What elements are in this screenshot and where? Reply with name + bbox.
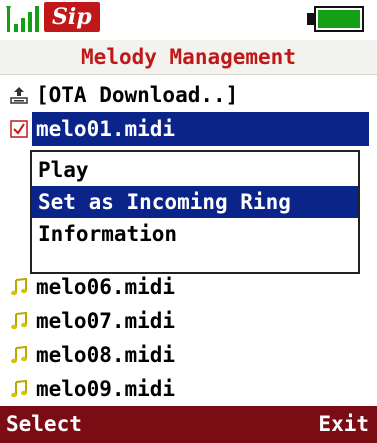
download-icon xyxy=(10,87,28,104)
music-note-icon xyxy=(11,312,27,330)
sip-logo: Sip xyxy=(44,2,100,32)
list-item-label: melo01.midi xyxy=(32,112,369,146)
select-softkey[interactable]: Select xyxy=(6,406,82,443)
menu-item-play[interactable]: Play xyxy=(32,154,358,186)
list-item-melo07[interactable]: melo07.midi xyxy=(0,304,377,338)
list-item-ota-download[interactable]: [OTA Download..] xyxy=(0,78,377,112)
list-item-melo06[interactable]: melo06.midi xyxy=(0,270,377,304)
options-popup-menu: Play Set as Incoming Ring Information xyxy=(30,150,360,274)
music-note-icon xyxy=(11,278,27,296)
battery-icon xyxy=(314,6,364,32)
page-title: Melody Management xyxy=(0,40,377,74)
menu-item-set-as-incoming-ring[interactable]: Set as Incoming Ring xyxy=(32,186,358,218)
exit-softkey[interactable]: Exit xyxy=(318,406,369,443)
status-bar: Sip xyxy=(0,0,377,40)
list-item-label: melo07.midi xyxy=(36,309,176,333)
phone-screen: Sip Melody Management [OTA Download..] m… xyxy=(0,0,377,443)
list-item-melo01[interactable]: melo01.midi xyxy=(0,112,377,146)
music-note-icon xyxy=(11,346,27,364)
checkbox-checked-icon xyxy=(10,120,28,138)
list-item-melo09[interactable]: melo09.midi xyxy=(0,372,377,406)
signal-strength-icon xyxy=(6,6,39,32)
list-item-melo08[interactable]: melo08.midi xyxy=(0,338,377,372)
battery-level xyxy=(318,10,360,28)
music-note-icon xyxy=(11,380,27,398)
title-divider xyxy=(0,74,377,75)
list-item-label: melo09.midi xyxy=(36,377,176,401)
list-item-label: [OTA Download..] xyxy=(36,83,239,107)
list-item-label: melo06.midi xyxy=(36,275,176,299)
list-item-label: melo08.midi xyxy=(36,343,176,367)
softkey-bar: Select Exit xyxy=(0,406,377,443)
menu-item-information[interactable]: Information xyxy=(32,218,358,250)
